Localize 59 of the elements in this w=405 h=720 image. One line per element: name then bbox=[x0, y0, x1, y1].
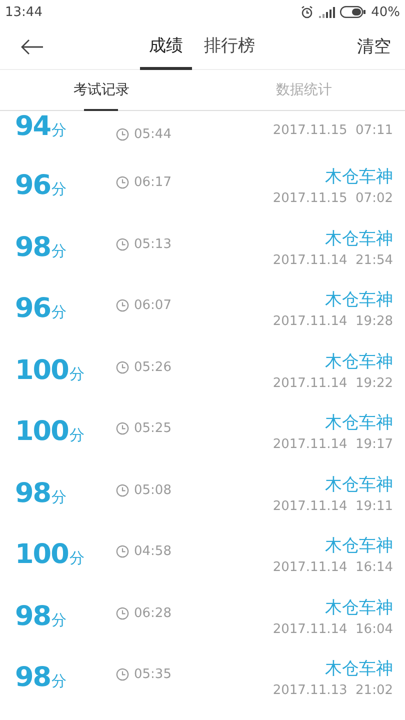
duration: 05:26 bbox=[134, 360, 172, 375]
duration: 05:13 bbox=[134, 236, 172, 252]
top-tab[interactable]: 排行榜 bbox=[202, 24, 257, 70]
score: 98分 bbox=[15, 232, 68, 263]
score: 98分 bbox=[15, 600, 68, 632]
score: 100分 bbox=[15, 539, 86, 570]
user-name: 木仓车神 bbox=[325, 535, 393, 558]
duration: 05:44 bbox=[134, 127, 172, 142]
back-arrow-icon[interactable] bbox=[20, 38, 44, 54]
clock-icon bbox=[116, 238, 129, 251]
clock-icon bbox=[116, 545, 129, 558]
user-name: 木仓车神 bbox=[325, 474, 393, 496]
sub-tab[interactable]: 考试记录 bbox=[0, 70, 202, 110]
duration: 04:58 bbox=[134, 544, 172, 560]
record-date: 2017.11.14 19:28 bbox=[272, 314, 393, 330]
score: 96分 bbox=[15, 293, 68, 324]
signal-icon bbox=[319, 6, 336, 18]
clear-button[interactable]: 清空 bbox=[357, 24, 391, 69]
top-tab[interactable]: 成绩 bbox=[140, 24, 192, 70]
clock-icon bbox=[116, 176, 129, 190]
record-date: 2017.11.14 19:11 bbox=[272, 498, 393, 514]
record-date: 2017.11.14 16:04 bbox=[272, 622, 393, 637]
duration: 05:35 bbox=[134, 667, 172, 682]
clock-icon bbox=[116, 299, 129, 312]
status-time: 13:44 bbox=[5, 4, 42, 20]
duration: 06:28 bbox=[134, 606, 172, 621]
user-name: 木仓车神 bbox=[325, 350, 393, 373]
score: 94分 bbox=[15, 111, 68, 142]
battery-percent: 40% bbox=[371, 4, 400, 20]
record-date: 2017.11.14 19:22 bbox=[272, 376, 393, 391]
user-name: 木仓车神 bbox=[325, 166, 393, 188]
duration: 05:25 bbox=[134, 421, 172, 436]
record-date: 2017.11.14 21:54 bbox=[272, 252, 393, 268]
record-date: 2017.11.15 07:11 bbox=[272, 123, 393, 138]
duration: 06:07 bbox=[134, 298, 172, 314]
clock-icon bbox=[116, 128, 129, 141]
user-name: 木仓车神 bbox=[325, 596, 393, 619]
duration: 06:17 bbox=[134, 175, 172, 190]
battery-icon bbox=[340, 6, 366, 18]
alarm-icon bbox=[300, 5, 314, 19]
user-name: 木仓车神 bbox=[325, 658, 393, 680]
record-date: 2017.11.14 16:14 bbox=[272, 560, 393, 576]
clock-icon bbox=[116, 422, 129, 436]
clock-icon bbox=[116, 668, 129, 682]
user-name: 木仓车神 bbox=[325, 228, 393, 250]
record-date: 2017.11.13 21:02 bbox=[272, 683, 393, 698]
score: 98分 bbox=[15, 662, 68, 694]
clock-icon bbox=[116, 360, 129, 374]
clock-icon bbox=[116, 484, 129, 497]
duration: 05:08 bbox=[134, 482, 172, 498]
score: 100分 bbox=[15, 354, 86, 386]
score: 98分 bbox=[15, 478, 68, 509]
score: 100分 bbox=[15, 416, 86, 448]
score: 96分 bbox=[15, 170, 68, 202]
clock-icon bbox=[116, 606, 129, 620]
user-name: 木仓车神 bbox=[325, 412, 393, 434]
record-date: 2017.11.15 07:02 bbox=[272, 191, 393, 206]
record-date: 2017.11.14 19:17 bbox=[272, 437, 393, 452]
user-name: 木仓车神 bbox=[325, 289, 393, 312]
